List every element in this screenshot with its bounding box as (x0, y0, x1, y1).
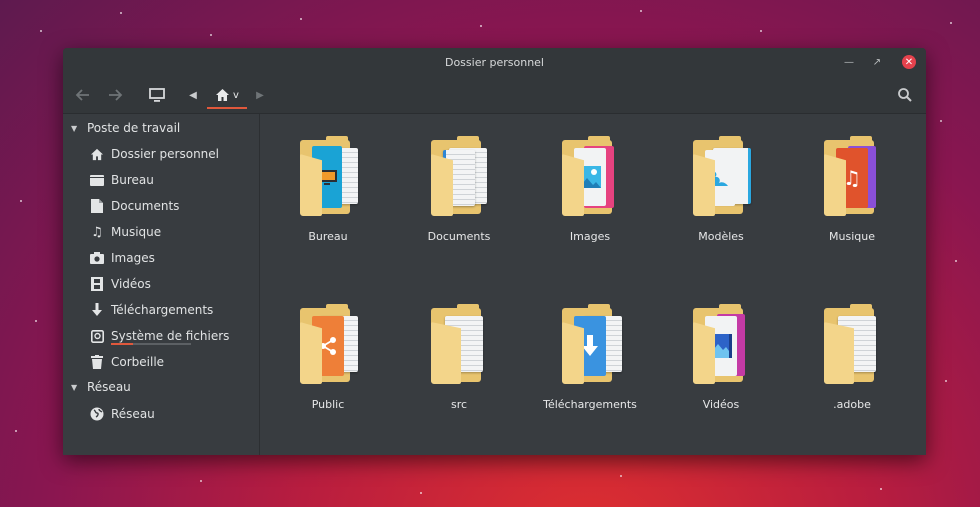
sidebar-item-label: Système de fichiers (111, 329, 230, 343)
folder-item-public[interactable]: Public (273, 286, 383, 416)
folder-item-bureau[interactable]: Bureau (273, 118, 383, 248)
path-scroll-right-button[interactable]: ▶ (253, 83, 267, 107)
sidebar-item-videos[interactable]: Vidéos (89, 273, 257, 295)
home-icon (216, 89, 230, 101)
sidebar-item-label: Réseau (111, 407, 155, 421)
search-button[interactable] (893, 83, 917, 107)
folder-label: .adobe (833, 398, 871, 411)
monitor-icon (149, 88, 165, 102)
trash-icon (89, 354, 105, 370)
computer-button[interactable] (145, 83, 169, 107)
sidebar-section-network[interactable]: ▼ Réseau (71, 377, 131, 397)
globe-icon (89, 406, 105, 422)
forward-button[interactable] (103, 83, 127, 107)
chevron-left-icon: ◀ (189, 89, 197, 101)
folder-item-images[interactable]: Images (535, 118, 645, 248)
folder-documents-icon (431, 136, 487, 216)
folder-public-icon (300, 304, 358, 384)
toolbar: ◀ v ▶ (63, 76, 926, 114)
minimize-icon: — (844, 56, 854, 68)
folder-label: Documents (427, 230, 491, 243)
document-icon (89, 198, 105, 214)
file-manager-window: Dossier personnel — ↗ ✕ ◀ v ▶ ▼ Poste de… (63, 48, 926, 455)
chevron-down-icon: ▼ (71, 382, 78, 392)
window-title: Dossier personnel (444, 55, 544, 69)
folder-label: Téléchargements (543, 398, 637, 411)
chevron-down-icon: ▼ (71, 123, 78, 133)
maximize-icon: ↗ (872, 56, 882, 68)
folder-grid: Bureau Documents Images Modèles ♫ Musiqu… (261, 114, 926, 455)
sidebar-item-label: Téléchargements (111, 303, 214, 317)
path-home-button[interactable]: v (207, 83, 247, 109)
minimize-button[interactable]: — (840, 53, 858, 71)
folder-label: Vidéos (702, 398, 740, 411)
hard-drive-icon (89, 328, 105, 344)
title-bar[interactable]: Dossier personnel — ↗ ✕ (63, 48, 926, 76)
sidebar-item-documents[interactable]: Documents (89, 195, 257, 217)
sidebar-item-label: Bureau (111, 173, 154, 187)
sidebar-item-downloads[interactable]: Téléchargements (89, 299, 257, 321)
folder-icon (824, 304, 880, 384)
folder-download-icon (562, 304, 622, 384)
sidebar: ▼ Poste de travail Dossier personnel Bur… (63, 114, 260, 455)
folder-desktop-icon (300, 136, 358, 216)
sidebar-item-label: Vidéos (111, 277, 151, 291)
folder-item-telechargements[interactable]: Téléchargements (535, 286, 645, 416)
folder-item-documents[interactable]: Documents (404, 118, 514, 248)
sidebar-item-home[interactable]: Dossier personnel (89, 143, 257, 165)
sidebar-item-label: Musique (111, 225, 162, 239)
desktop-folder-icon (89, 172, 105, 188)
sidebar-item-trash[interactable]: Corbeille (89, 351, 257, 373)
search-icon (898, 88, 912, 102)
folder-label: src (450, 398, 468, 411)
sidebar-item-label: Corbeille (111, 355, 165, 369)
arrow-right-icon (109, 89, 123, 101)
sidebar-item-pictures[interactable]: Images (89, 247, 257, 269)
folder-item-adobe[interactable]: .adobe (797, 286, 907, 416)
sidebar-item-label: Documents (111, 199, 180, 213)
arrow-left-icon (75, 89, 89, 101)
maximize-button[interactable]: ↗ (868, 53, 886, 71)
camera-icon (89, 250, 105, 266)
sidebar-section-label: Poste de travail (87, 121, 181, 135)
home-icon (89, 146, 105, 162)
folder-pictures-icon (562, 136, 618, 216)
folder-templates-icon (693, 136, 751, 216)
folder-icon (431, 304, 487, 384)
close-button[interactable]: ✕ (900, 53, 918, 71)
close-icon: ✕ (902, 55, 916, 69)
path-home-label: v (233, 89, 239, 101)
filesystem-usage-bar (111, 343, 191, 345)
folder-item-modeles[interactable]: Modèles (666, 118, 776, 248)
path-scroll-left-button[interactable]: ◀ (186, 83, 200, 107)
sidebar-item-music[interactable]: ♫ Musique (89, 221, 257, 243)
folder-label: Musique (829, 230, 875, 243)
chevron-right-icon: ▶ (256, 89, 264, 101)
sidebar-item-label: Images (111, 251, 155, 265)
folder-label: Public (311, 398, 345, 411)
download-arrow-icon (89, 302, 105, 318)
sidebar-item-desktop[interactable]: Bureau (89, 169, 257, 191)
folder-label: Modèles (698, 230, 744, 243)
filesystem-usage-fill (111, 343, 134, 345)
sidebar-item-label: Dossier personnel (111, 147, 220, 161)
folder-item-src[interactable]: src (404, 286, 514, 416)
back-button[interactable] (71, 83, 95, 107)
film-icon (89, 276, 105, 292)
folder-music-icon: ♪ ♫ (824, 136, 880, 216)
folder-item-musique[interactable]: ♪ ♫ Musique (797, 118, 907, 248)
folder-label: Bureau (308, 230, 348, 243)
folder-label: Images (569, 230, 611, 243)
sidebar-item-network[interactable]: Réseau (89, 403, 257, 425)
sidebar-section-computer[interactable]: ▼ Poste de travail (71, 118, 180, 138)
music-note-icon: ♫ (91, 224, 103, 240)
folder-videos-icon (693, 304, 749, 384)
sidebar-section-label: Réseau (87, 380, 131, 394)
folder-item-videos[interactable]: Vidéos (666, 286, 776, 416)
